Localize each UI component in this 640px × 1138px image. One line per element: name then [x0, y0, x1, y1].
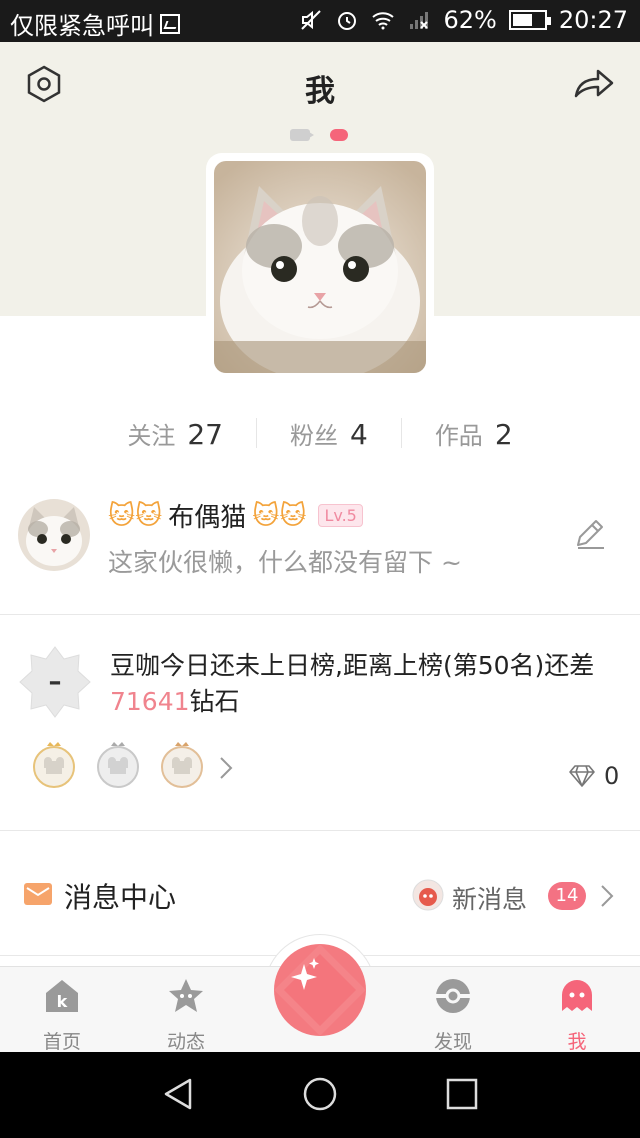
works-count: 2 — [494, 417, 513, 451]
message-center-title: 消息中心 — [64, 881, 177, 914]
profile-stats: 关注 27 粉丝 4 作品 2 — [0, 410, 640, 456]
followers-label: 粉丝 — [289, 421, 338, 450]
home-circle-icon[interactable] — [300, 1074, 340, 1114]
home-k-icon: k — [46, 980, 78, 1012]
chevron-right-icon — [601, 885, 614, 907]
works-label: 作品 — [434, 421, 483, 450]
works-stat[interactable]: 作品 2 — [402, 416, 546, 451]
username-text: 布偶猫 — [168, 503, 247, 533]
top-fans-list[interactable] — [30, 740, 206, 788]
new-message-sender-avatar — [412, 879, 444, 911]
system-navigation-bar — [0, 1052, 640, 1138]
message-center-row[interactable]: 消息中心 新消息 14 — [0, 860, 640, 930]
tab-moments-label: 动态 — [166, 1031, 205, 1053]
share-icon[interactable] — [572, 66, 616, 102]
bronze-crown-seat-icon — [161, 742, 203, 788]
mute-icon — [301, 10, 322, 30]
username: 🐱🐱 布偶猫 🐱🐱 Lv.5 — [108, 497, 363, 534]
svg-text:k: k — [57, 992, 68, 1011]
header-page-indicator — [290, 129, 348, 141]
rank-text-prefix: 豆咖今日还未上日榜,距离上榜(第50名)还差 — [110, 651, 595, 680]
carrier-text: 仅限紧急呼叫 — [10, 12, 154, 40]
cat-avatar-image — [18, 499, 90, 571]
edit-pencil-icon[interactable] — [572, 515, 608, 551]
section-divider — [0, 830, 640, 831]
tab-discover[interactable]: 发现 — [408, 977, 498, 1054]
status-bar: 仅限紧急呼叫 62% 20:27 — [0, 0, 640, 42]
followers-count: 4 — [349, 417, 368, 451]
recents-square-icon[interactable] — [442, 1074, 482, 1114]
ghost-icon — [562, 980, 592, 1011]
unread-count-badge: 14 — [548, 882, 586, 910]
username-prefix: 🐱🐱 — [108, 500, 163, 531]
sparkle-gem-icon — [274, 944, 366, 1036]
profile-photo[interactable] — [206, 153, 434, 381]
gold-crown-seat-icon — [33, 742, 75, 788]
page-title: 我 — [305, 74, 335, 109]
tab-me[interactable]: 我 — [532, 977, 622, 1054]
rank-status-text: 豆咖今日还未上日榜,距离上榜(第50名)还差 71641钻石 — [110, 648, 630, 720]
followers-stat[interactable]: 粉丝 4 — [257, 416, 401, 451]
video-page-dot-icon[interactable] — [290, 129, 314, 141]
profile-info-row[interactable]: 🐱🐱 布偶猫 🐱🐱 Lv.5 这家伙很懒，什么都没有留下 ~ — [0, 495, 640, 585]
tab-discover-label: 发现 — [433, 1031, 472, 1053]
back-triangle-icon[interactable] — [158, 1074, 198, 1114]
rank-badge-icon: – — [19, 646, 91, 718]
diamonds-needed: 71641 — [110, 687, 190, 716]
new-message-label: 新消息 — [452, 885, 528, 914]
star-face-icon — [169, 979, 203, 1012]
battery-percent: 62% — [443, 6, 497, 34]
create-live-button[interactable] — [274, 944, 366, 1036]
silver-crown-seat-icon — [97, 742, 139, 788]
tab-moments[interactable]: 动态 — [141, 977, 231, 1054]
section-divider — [0, 614, 640, 615]
photo-page-dot-active[interactable] — [330, 129, 348, 141]
username-suffix: 🐱🐱 — [252, 500, 307, 531]
tab-home[interactable]: k 首页 — [17, 977, 107, 1054]
signature-text: 这家伙很懒，什么都没有留下 ~ — [108, 548, 462, 577]
battery-icon — [508, 10, 551, 30]
envelope-icon — [24, 883, 52, 905]
diamond-count: 0 — [604, 762, 620, 790]
pokeball-icon — [436, 979, 470, 1013]
tab-me-label: 我 — [567, 1031, 587, 1053]
following-stat[interactable]: 关注 27 — [94, 416, 256, 451]
tab-home-label: 首页 — [42, 1031, 81, 1053]
cat-photo-image — [214, 161, 426, 373]
following-label: 关注 — [127, 421, 176, 450]
screenshot-notification-icon — [160, 13, 180, 34]
diamond-balance: 0 — [568, 762, 619, 790]
svg-text:–: – — [49, 667, 62, 697]
following-count: 27 — [187, 417, 223, 451]
alarm-icon — [338, 12, 357, 30]
rank-text-suffix: 钻石 — [189, 687, 240, 716]
diamond-icon — [569, 765, 595, 787]
chevron-right-icon[interactable] — [218, 755, 234, 781]
level-badge: Lv.5 — [318, 504, 363, 527]
avatar[interactable] — [18, 499, 90, 571]
clock: 20:27 — [558, 6, 628, 34]
signal-icon — [410, 12, 429, 29]
wifi-icon — [372, 12, 395, 30]
